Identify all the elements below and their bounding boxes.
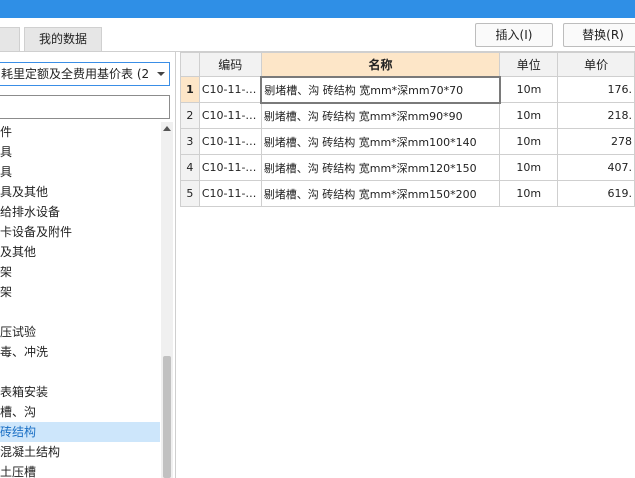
code-cell[interactable]: C10-11-… xyxy=(198,76,262,103)
name-cell[interactable]: 剔堵槽、沟 砖结构 宽mm*深mm100*140 xyxy=(260,128,501,155)
tree-item[interactable]: 卡设备及附件 xyxy=(0,222,160,242)
header-rownum xyxy=(180,52,200,77)
table-row[interactable]: 4 C10-11-… 剔堵槽、沟 砖结构 宽mm*深mm120*150 10m 407. xyxy=(180,154,635,181)
unit-cell[interactable]: 10m xyxy=(499,154,559,181)
tree-item[interactable] xyxy=(0,302,160,322)
tree-item[interactable]: 给排水设备 xyxy=(0,202,160,222)
tree-item[interactable]: 架 xyxy=(0,282,160,302)
quota-library-select[interactable]: 耗里定额及全费用基价表 (201 xyxy=(0,62,170,86)
price-cell[interactable]: 278 xyxy=(557,128,635,155)
name-cell[interactable]: 剔堵槽、沟 砖结构 宽mm*深mm70*70 xyxy=(260,75,501,104)
name-cell[interactable]: 剔堵槽、沟 砖结构 宽mm*深mm120*150 xyxy=(260,154,501,181)
table-header-row: 编码 名称 单位 单价 xyxy=(180,52,635,77)
table-row[interactable]: 3 C10-11-… 剔堵槽、沟 砖结构 宽mm*深mm100*140 10m 278 xyxy=(180,128,635,155)
title-bar xyxy=(0,0,635,18)
quota-grid: 编码 名称 单位 单价 1 C10-11-… 剔堵槽、沟 砖结构 宽mm*深mm70… xyxy=(180,52,635,478)
tree-item[interactable]: 槽、沟 xyxy=(0,402,160,422)
tree-item[interactable]: 压试验 xyxy=(0,322,160,342)
search-input[interactable] xyxy=(0,95,170,119)
table-row[interactable]: 5 C10-11-… 剔堵槽、沟 砖结构 宽mm*深mm150*200 10m 619. xyxy=(180,180,635,207)
price-cell[interactable]: 407. xyxy=(557,154,635,181)
insert-button[interactable]: 插入(I) xyxy=(475,23,553,47)
code-cell[interactable]: C10-11-… xyxy=(198,128,262,155)
tree-item[interactable]: 砖结构 xyxy=(0,422,160,442)
row-number-cell[interactable]: 4 xyxy=(180,154,200,181)
tree-item[interactable]: 及其他 xyxy=(0,242,160,262)
row-number-cell[interactable]: 3 xyxy=(180,128,200,155)
tree-item[interactable]: 毒、冲洗 xyxy=(0,342,160,362)
quota-table: 编码 名称 单位 单价 1 C10-11-… 剔堵槽、沟 砖结构 宽mm*深mm70… xyxy=(180,52,635,207)
row-number-cell[interactable]: 5 xyxy=(180,180,200,207)
unit-cell[interactable]: 10m xyxy=(499,128,559,155)
header-code[interactable]: 编码 xyxy=(198,52,262,77)
row-number-cell[interactable]: 1 xyxy=(180,76,200,103)
replace-button[interactable]: 替换(R) xyxy=(563,23,635,47)
name-cell[interactable]: 剔堵槽、沟 砖结构 宽mm*深mm90*90 xyxy=(260,102,501,129)
tree-item[interactable]: 架 xyxy=(0,262,160,282)
header-price[interactable]: 单价 xyxy=(557,52,635,77)
tree-item[interactable]: 土压槽 xyxy=(0,462,160,478)
tree-item[interactable] xyxy=(0,362,160,382)
price-cell[interactable]: 218. xyxy=(557,102,635,129)
tree-item[interactable]: 具 xyxy=(0,142,160,162)
tree-item[interactable]: 件 xyxy=(0,122,160,142)
scroll-up-icon[interactable] xyxy=(163,126,171,131)
code-cell[interactable]: C10-11-… xyxy=(198,154,262,181)
row-number-cell[interactable]: 2 xyxy=(180,102,200,129)
tabs-toolbar: 我的数据 插入(I) 替换(R) xyxy=(0,18,635,52)
unit-cell[interactable]: 10m xyxy=(499,102,559,129)
tree-item[interactable]: 混凝土结构 xyxy=(0,442,160,462)
quota-library-select-value: 耗里定额及全费用基价表 (201 xyxy=(1,67,149,81)
price-cell[interactable]: 619. xyxy=(557,180,635,207)
name-cell[interactable]: 剔堵槽、沟 砖结构 宽mm*深mm150*200 xyxy=(260,180,501,207)
chapter-tree: 件具具具及其他 给排水设备 卡设备及附件 及其他架架压试验 毒、冲洗 表箱安装 槽、沟 砖结构… xyxy=(0,122,160,478)
table-row[interactable]: 2 C10-11-… 剔堵槽、沟 砖结构 宽mm*深mm90*90 10m 218. xyxy=(180,102,635,129)
tree-scrollbar[interactable] xyxy=(161,122,173,478)
tree-item[interactable]: 具 xyxy=(0,162,160,182)
header-unit[interactable]: 单位 xyxy=(499,52,559,77)
header-name[interactable]: 名称 xyxy=(260,52,501,77)
library-panel: 耗里定额及全费用基价表 (201 件具具具及其他 给排水设备 卡设备及附件 及其他架架… xyxy=(0,52,176,478)
tree-item[interactable]: 具及其他 xyxy=(0,182,160,202)
tab-left-partial[interactable] xyxy=(0,27,20,51)
tree-item[interactable]: 表箱安装 xyxy=(0,382,160,402)
code-cell[interactable]: C10-11-… xyxy=(198,180,262,207)
tab-my-data[interactable]: 我的数据 xyxy=(24,27,102,51)
chevron-down-icon xyxy=(157,72,165,76)
scrollbar-thumb[interactable] xyxy=(163,356,171,478)
table-row[interactable]: 1 C10-11-… 剔堵槽、沟 砖结构 宽mm*深mm70*70 10m 176. xyxy=(180,75,635,104)
unit-cell[interactable]: 10m xyxy=(499,180,559,207)
code-cell[interactable]: C10-11-… xyxy=(198,102,262,129)
price-cell[interactable]: 176. xyxy=(557,76,635,103)
unit-cell[interactable]: 10m xyxy=(499,76,559,103)
